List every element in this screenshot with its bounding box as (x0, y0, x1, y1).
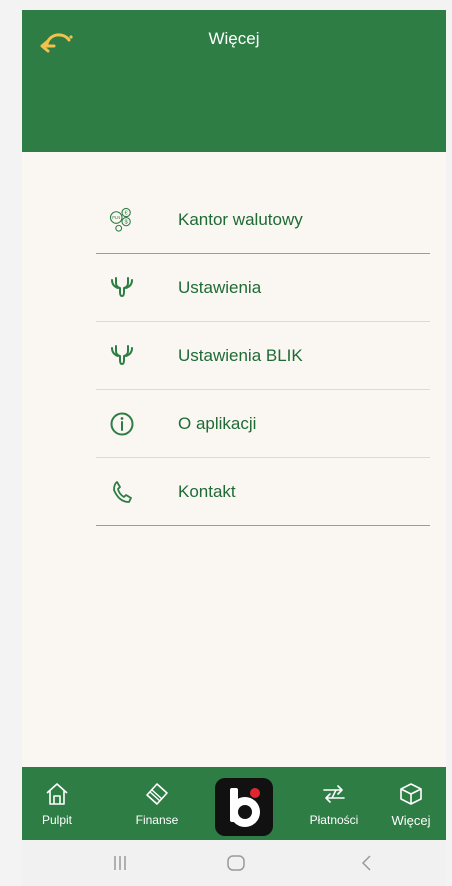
tab-platnosci[interactable]: Płatności (299, 767, 369, 840)
menu-item-label: Ustawienia (178, 277, 262, 297)
menu-item-settings[interactable]: Ustawienia (96, 254, 430, 322)
tab-finanse[interactable]: Finanse (122, 767, 192, 840)
app-screen: Więcej PLN € $ Kantor walutowy Ustawieni… (22, 10, 446, 820)
page-title: Więcej (208, 29, 260, 48)
tab-pulpit[interactable]: Pulpit (22, 767, 92, 840)
tab-label: Płatności (309, 813, 359, 827)
tab-label: Pulpit (41, 813, 73, 827)
header: Więcej (22, 10, 446, 152)
wallet-icon (146, 783, 168, 805)
menu-item-label: Kantor walutowy (178, 209, 303, 229)
tab-wiecej[interactable]: Więcej (376, 767, 446, 840)
menu-item-about[interactable]: O aplikacji (96, 390, 430, 458)
menu-item-currency-exchange[interactable]: PLN € $ Kantor walutowy (96, 186, 430, 254)
wrench-icon (108, 274, 136, 302)
phone-icon (108, 478, 136, 506)
pln-coin-text: PLN (112, 215, 120, 220)
back-button[interactable] (360, 854, 374, 877)
blik-button[interactable] (215, 778, 273, 836)
back-icon (361, 855, 371, 871)
menu-item-label: Ustawienia BLIK (178, 345, 303, 365)
tab-label: Więcej (391, 813, 431, 828)
bottom-tab-bar: Pulpit Finanse Płatności Więcej (22, 767, 446, 840)
info-icon (108, 410, 136, 438)
more-menu: PLN € $ Kantor walutowy Ustawienia Ustaw… (96, 186, 430, 526)
system-navigation-bar (22, 840, 446, 886)
menu-item-blik-settings[interactable]: Ustawienia BLIK (96, 322, 430, 390)
menu-item-contact[interactable]: Kontakt (96, 458, 430, 526)
transfer-icon (323, 785, 345, 803)
tab-label: Finanse (135, 813, 179, 827)
wrench-icon (108, 342, 136, 370)
home-button-icon (227, 855, 245, 871)
recent-apps-icon (114, 856, 126, 870)
menu-item-label: O aplikacji (178, 413, 257, 433)
blik-logo-icon (230, 788, 260, 827)
home-button[interactable] (226, 854, 246, 877)
recent-apps-button[interactable] (112, 854, 128, 877)
currency-exchange-icon: PLN € $ (108, 206, 136, 234)
menu-item-label: Kontakt (178, 481, 236, 501)
home-icon (46, 783, 68, 805)
box-icon (400, 783, 422, 805)
